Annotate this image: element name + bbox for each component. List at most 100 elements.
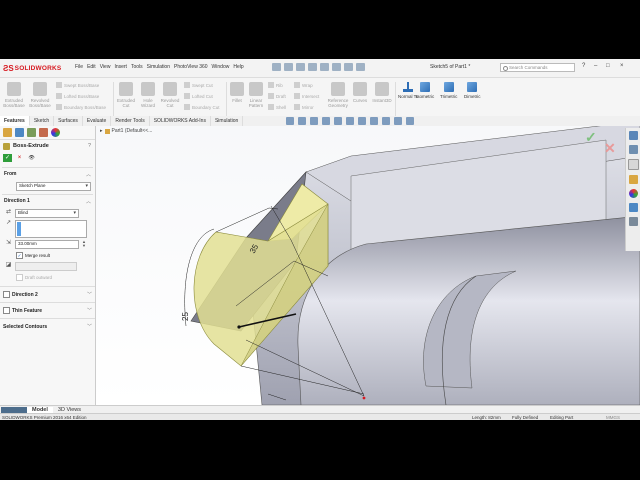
cancel-button[interactable]: × [15, 154, 24, 162]
property-manager-tab-icon[interactable] [15, 128, 24, 137]
isometric-button[interactable]: Isometric [416, 82, 434, 99]
options-icon[interactable] [356, 63, 365, 71]
end-condition-select[interactable]: Blind [15, 209, 79, 218]
direction2-section[interactable]: Direction 2 ﹀ [0, 286, 95, 302]
tab-features[interactable]: Features [0, 116, 30, 126]
extruded-cut-button[interactable]: Extruded Cut [115, 82, 137, 108]
swept-boss-button[interactable]: Swept Boss/Base [56, 82, 99, 88]
view-orientation-icon[interactable] [346, 117, 354, 125]
resources-icon[interactable] [628, 145, 638, 154]
reference-geometry-button[interactable]: Reference Geometry [325, 82, 351, 108]
file-explorer-icon[interactable] [627, 159, 639, 170]
new-icon[interactable] [272, 63, 281, 71]
hide-show-items-icon[interactable] [370, 117, 378, 125]
trimetric-button[interactable]: Trimetric [440, 82, 457, 99]
minimize-button[interactable]: – [594, 63, 597, 69]
tab-simulation[interactable]: Simulation [211, 116, 244, 126]
menu-insert[interactable]: Insert [114, 64, 127, 70]
tab-render-tools[interactable]: Render Tools [111, 116, 150, 126]
mirror-button[interactable]: Mirror [294, 104, 314, 110]
swept-cut-button[interactable]: Swept Cut [184, 82, 213, 88]
display-style-icon[interactable] [358, 117, 366, 125]
custom-properties-icon[interactable] [628, 203, 638, 212]
merge-result-checkbox[interactable]: ✓ Merge result [2, 250, 93, 261]
rebuild-icon[interactable] [344, 63, 353, 71]
menu-view[interactable]: View [100, 64, 111, 70]
menu-help[interactable]: Help [233, 64, 243, 70]
home-icon[interactable] [628, 131, 638, 140]
menu-file[interactable]: File [75, 64, 83, 70]
tab-add-ins[interactable]: SOLIDWORKS Add-Ins [150, 116, 211, 126]
thin-feature-checkbox[interactable] [3, 307, 10, 314]
tab-surfaces[interactable]: Surfaces [54, 116, 83, 126]
hole-wizard-button[interactable]: Hole Wizard [138, 82, 158, 108]
menu-tools[interactable]: Tools [131, 64, 143, 70]
save-icon[interactable] [296, 63, 305, 71]
confirm-cancel-icon[interactable]: ✕ [604, 140, 616, 157]
menu-edit[interactable]: Edit [87, 64, 96, 70]
undo-icon[interactable] [320, 63, 329, 71]
dimension-d2[interactable]: 25 [181, 312, 190, 321]
extruded-boss-button[interactable]: Extruded Boss/Base [2, 82, 26, 108]
feature-tree-tab-icon[interactable] [3, 128, 12, 137]
menu-window[interactable]: Window [212, 64, 230, 70]
zoom-to-fit-icon[interactable] [286, 117, 294, 125]
close-button[interactable]: × [620, 63, 624, 69]
dimetric-button[interactable]: Dimetric [464, 82, 481, 99]
select-icon[interactable] [332, 63, 341, 71]
edit-appearance-icon[interactable] [382, 117, 390, 125]
shell-button[interactable]: Shell [268, 104, 286, 110]
lofted-boss-button[interactable]: Lofted Boss/Base [56, 93, 99, 99]
thin-feature-section[interactable]: Thin Feature ﹀ [0, 302, 95, 318]
help-icon[interactable]: ? [88, 143, 91, 149]
linear-pattern-button[interactable]: Linear Pattern [245, 82, 267, 108]
detailed-preview-button[interactable]: 👁 [27, 154, 36, 162]
direction2-checkbox[interactable] [3, 291, 10, 298]
boundary-boss-button[interactable]: Boundary Boss/Base [56, 104, 106, 110]
from-header[interactable]: From ︿ [2, 168, 93, 181]
previous-view-icon[interactable] [310, 117, 318, 125]
apply-scene-icon[interactable] [394, 117, 402, 125]
ok-button[interactable]: ✓ [3, 154, 12, 162]
selected-contours-section[interactable]: Selected Contours ﹀ [0, 318, 95, 334]
reverse-direction-icon[interactable]: ⇄ [5, 209, 12, 216]
revolved-boss-button[interactable]: Revolved Boss/Base [28, 82, 52, 108]
menu-photoview[interactable]: PhotoView 360 [174, 64, 208, 70]
configuration-manager-tab-icon[interactable] [27, 128, 36, 137]
confirm-ok-icon[interactable]: ✓ [585, 129, 597, 146]
search-commands-input[interactable]: Search Commands [500, 63, 575, 72]
instant3d-button[interactable]: Instant3D [370, 82, 394, 103]
dynamic-annotation-icon[interactable] [334, 117, 342, 125]
direction1-header[interactable]: Direction 1 ︿ [2, 195, 93, 208]
fillet-button[interactable]: Fillet [229, 82, 245, 103]
dimxpert-tab-icon[interactable] [39, 128, 48, 137]
depth-input[interactable]: 33.00mm [15, 240, 79, 249]
display-manager-tab-icon[interactable] [51, 128, 60, 137]
depth-spinner[interactable]: ▲ ▼ [82, 240, 86, 248]
maximize-button[interactable]: □ [606, 63, 610, 69]
print-icon[interactable] [308, 63, 317, 71]
solidworks-logo[interactable]: ƧS SOLIDWORKS [3, 62, 61, 74]
tab-evaluate[interactable]: Evaluate [83, 116, 112, 126]
view-settings-icon[interactable] [406, 117, 414, 125]
wrap-button[interactable]: Wrap [294, 82, 313, 88]
intersect-button[interactable]: Intersect [294, 93, 319, 99]
open-icon[interactable] [284, 63, 293, 71]
revolved-cut-button[interactable]: Revolved Cut [159, 82, 181, 108]
design-library-icon[interactable] [628, 175, 638, 184]
units-selector[interactable]: MMGS [606, 415, 620, 420]
help-icon[interactable]: ? [582, 63, 585, 69]
draft-outward-checkbox[interactable]: Draft outward [2, 272, 93, 283]
tab-sketch[interactable]: Sketch [30, 116, 55, 126]
draft-button[interactable]: Draft [268, 93, 286, 99]
zoom-to-area-icon[interactable] [298, 117, 306, 125]
from-select[interactable]: Sketch Plane [16, 182, 91, 191]
graphics-area[interactable]: ▸ Part1 (Default<<... 35 25 ✓ ✕ [96, 126, 640, 405]
draft-angle-input[interactable] [15, 262, 77, 271]
rib-button[interactable]: Rib [268, 82, 283, 88]
section-view-icon[interactable] [322, 117, 330, 125]
direction-selection-box[interactable] [15, 220, 87, 238]
forum-icon[interactable] [628, 217, 638, 226]
lofted-cut-button[interactable]: Lofted Cut [184, 93, 213, 99]
boundary-cut-button[interactable]: Boundary Cut [184, 104, 220, 110]
